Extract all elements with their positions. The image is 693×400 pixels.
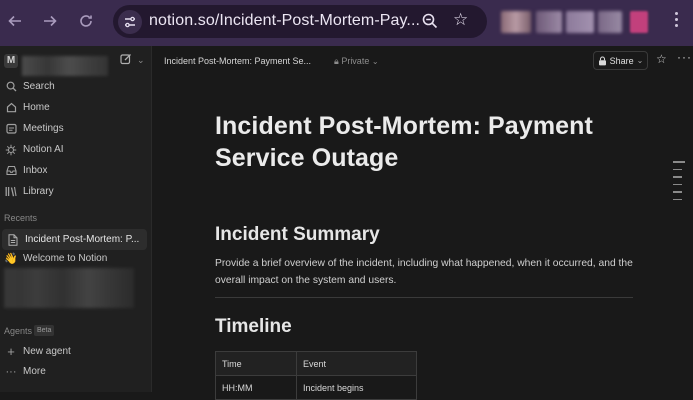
site-settings-icon[interactable] — [118, 10, 142, 34]
more-icon: ··· — [5, 365, 17, 378]
library-icon — [4, 185, 18, 199]
wave-icon: 👋 — [4, 253, 18, 265]
page-topbar: Incident Post-Mortem: Payment Se... 🔒︎ P… — [153, 46, 693, 76]
sidebar-item-label: Meetings — [23, 123, 64, 134]
chevron-down-icon[interactable]: ⌄ — [137, 55, 145, 66]
table-of-contents-outline[interactable] — [673, 161, 685, 200]
home-icon — [4, 101, 18, 115]
notion-ai-icon — [4, 143, 18, 157]
table-cell[interactable]: HH:MM — [215, 375, 297, 400]
sidebar-item-home[interactable]: Home — [0, 97, 151, 118]
sidebar-item-label: More — [23, 366, 46, 377]
zoom-icon[interactable] — [421, 12, 439, 35]
sidebar-item-search[interactable]: Search — [0, 76, 151, 97]
profile-avatar[interactable] — [630, 11, 648, 33]
sidebar-item-label: Library — [23, 186, 54, 197]
table-row: HH:MM Incident begins — [215, 375, 417, 400]
search-icon — [4, 80, 18, 94]
heading-incident-summary[interactable]: Incident Summary — [215, 224, 635, 246]
sidebar: M ⌄ Search Home Meetings Notion AI Inbox… — [0, 46, 152, 392]
meetings-icon — [4, 122, 18, 136]
url-text[interactable]: notion.so/Incident-Post-Mortem-Pay... — [149, 12, 420, 30]
extension-icon[interactable] — [501, 11, 531, 33]
back-button[interactable] — [3, 9, 27, 33]
table-header-cell[interactable]: Event — [296, 351, 417, 376]
beta-badge: Beta — [34, 325, 55, 336]
reload-button[interactable] — [74, 9, 98, 33]
page-icon — [6, 233, 20, 247]
heading-timeline[interactable]: Timeline — [215, 316, 635, 338]
page-content: Incident Post-Mortem: Payment Service Ou… — [215, 110, 635, 400]
timeline-table[interactable]: Time Event HH:MM Incident begins — [215, 351, 417, 400]
recent-items-redacted — [4, 268, 134, 308]
sidebar-item-meetings[interactable]: Meetings — [0, 118, 151, 139]
sidebar-item-notion-ai[interactable]: Notion AI — [0, 139, 151, 160]
sidebar-item-inbox[interactable]: Inbox — [0, 160, 151, 181]
sidebar-item-label: Incident Post-Mortem: P... — [25, 234, 140, 245]
share-button[interactable]: Share ⌄ — [593, 51, 648, 70]
recents-heading: Recents — [4, 213, 38, 223]
workspace-switcher[interactable]: M ⌄ — [4, 53, 148, 76]
browser-toolbar: notion.so/Incident-Post-Mortem-Pay... ☆ — [0, 0, 693, 46]
chevron-down-icon: ⌄ — [371, 57, 379, 66]
new-agent-button[interactable]: + New agent — [0, 341, 151, 362]
breadcrumb[interactable]: Incident Post-Mortem: Payment Se... — [164, 56, 311, 66]
privacy-indicator[interactable]: 🔒︎ Private ⌄ — [334, 56, 379, 67]
new-page-icon[interactable] — [120, 53, 132, 68]
sidebar-item-label: Home — [23, 102, 50, 113]
lock-icon — [598, 55, 606, 65]
table-cell[interactable]: Incident begins — [296, 375, 417, 400]
more-button[interactable]: ··· More — [0, 361, 151, 382]
browser-menu-icon[interactable] — [675, 12, 679, 27]
arrow-left-icon — [8, 15, 21, 27]
sidebar-item-label: Notion AI — [23, 144, 64, 155]
recent-item-incident-post-mortem[interactable]: Incident Post-Mortem: P... — [2, 229, 147, 250]
chevron-down-icon: ⌄ — [636, 56, 644, 65]
sidebar-item-label: Welcome to Notion — [23, 253, 108, 264]
summary-paragraph[interactable]: Provide a brief overview of the incident… — [215, 255, 635, 289]
sidebar-item-label: Inbox — [23, 165, 48, 176]
sidebar-item-label: Search — [23, 81, 55, 92]
inbox-icon — [4, 164, 18, 178]
arrow-right-icon — [44, 15, 57, 27]
recent-item-welcome[interactable]: 👋 Welcome to Notion — [0, 248, 151, 269]
bookmark-star-icon[interactable]: ☆ — [453, 10, 468, 30]
table-header-cell[interactable]: Time — [215, 351, 297, 376]
forward-button[interactable] — [38, 9, 62, 33]
extension-icon[interactable] — [598, 11, 622, 33]
extension-icon[interactable] — [566, 11, 594, 33]
divider — [215, 297, 633, 298]
sidebar-item-label: New agent — [23, 346, 71, 357]
plus-icon: + — [7, 344, 15, 359]
page-title[interactable]: Incident Post-Mortem: Payment Service Ou… — [215, 110, 635, 174]
extension-icon[interactable] — [536, 11, 562, 33]
favorite-star-icon[interactable]: ☆ — [656, 52, 667, 66]
workspace-avatar: M — [4, 54, 18, 68]
workspace-name-redacted — [22, 56, 108, 76]
agents-heading: Agents — [4, 326, 33, 336]
sidebar-item-library[interactable]: Library — [0, 181, 151, 202]
table-header-row: Time Event — [215, 351, 417, 376]
share-label: Share — [609, 55, 634, 66]
address-bar[interactable]: notion.so/Incident-Post-Mortem-Pay... ☆ — [113, 5, 487, 38]
privacy-label: Private — [341, 56, 370, 66]
reload-icon — [80, 15, 92, 27]
more-options-icon[interactable]: ··· — [677, 50, 692, 64]
lock-icon: 🔒︎ — [334, 56, 339, 66]
